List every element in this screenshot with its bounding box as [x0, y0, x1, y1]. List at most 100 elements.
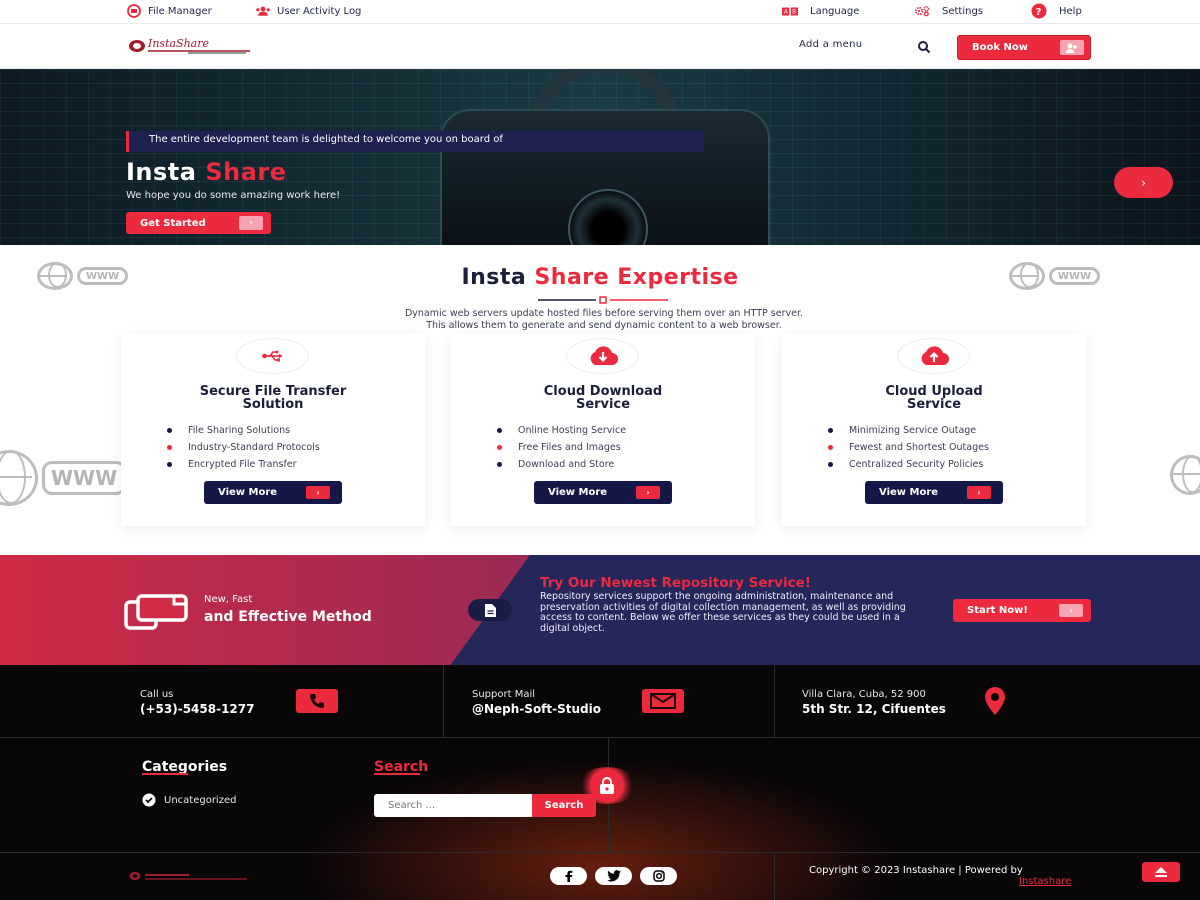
- card-feature-list: File Sharing Solutions Industry-Standard…: [167, 422, 320, 473]
- mail-value[interactable]: @Neph-Soft-Studio: [472, 702, 601, 716]
- user-activity-label: User Activity Log: [277, 5, 362, 17]
- card-feature-list: Online Hosting Service Free Files and Im…: [497, 422, 626, 473]
- site-header: InstaShare Add a menu Book Now: [0, 24, 1200, 69]
- powered-by-link[interactable]: Instashare: [1019, 876, 1071, 887]
- promo-big-text: and Effective Method: [204, 609, 372, 625]
- bullet-dot: [497, 428, 502, 433]
- list-item-label: Minimizing Service Outage: [849, 425, 977, 436]
- view-more-button[interactable]: View More ›: [534, 481, 672, 504]
- category-link[interactable]: Uncategorized: [142, 793, 236, 807]
- hero-title-b: Share: [205, 158, 287, 186]
- promo-title: Try Our Newest Repository Service!: [540, 575, 811, 591]
- bullet-dot: [828, 428, 833, 433]
- service-card-secure-transfer: Secure File Transfer Solution File Shari…: [121, 333, 425, 526]
- book-user-icon: [1060, 40, 1084, 55]
- settings-link[interactable]: Settings: [914, 4, 983, 18]
- top-bar: File Manager User Activity Log AB Langua…: [0, 0, 1200, 24]
- www-badge: WWW: [42, 461, 127, 495]
- list-item: Fewest and Shortest Outages: [828, 439, 989, 456]
- footer-logo[interactable]: [129, 869, 249, 883]
- user-activity-link[interactable]: User Activity Log: [255, 4, 361, 18]
- card-title: Cloud Download Service: [451, 385, 755, 411]
- copyright-text: Copyright © 2023 Instashare | Powered by: [809, 865, 1023, 876]
- view-more-label: View More: [879, 487, 939, 498]
- view-more-button[interactable]: View More ›: [204, 481, 342, 504]
- scroll-to-top-button[interactable]: [1142, 862, 1180, 882]
- expertise-title-b: Share Expertise: [534, 265, 739, 290]
- bullet-dot: [828, 445, 833, 450]
- hero-subtitle: We hope you do some amazing work here!: [126, 190, 341, 201]
- language-link[interactable]: AB Language: [782, 4, 859, 18]
- list-item-label: Encrypted File Transfer: [188, 459, 297, 470]
- list-item: Minimizing Service Outage: [828, 422, 989, 439]
- usb-icon: [236, 338, 309, 374]
- card-title-line-2: Solution: [242, 397, 304, 412]
- instagram-icon[interactable]: [640, 867, 677, 885]
- copy-icon: [124, 594, 188, 630]
- footer-search-form: Search: [374, 794, 596, 817]
- bullet-dot: [497, 445, 502, 450]
- contact-mail: Support Mail @Neph-Soft-Studio: [444, 665, 775, 738]
- call-value[interactable]: (+53)-5458-1277: [140, 702, 254, 716]
- help-icon: ?: [1031, 3, 1047, 19]
- start-now-label: Start Now!: [967, 605, 1028, 616]
- heading-underline: [374, 773, 420, 775]
- footer-bottom-bar: Copyright © 2023 Instashare | Powered by…: [0, 852, 1200, 900]
- call-label: Call us: [140, 689, 174, 700]
- mail-icon: [642, 689, 684, 713]
- bullet-dot: [828, 462, 833, 467]
- slider-next-button[interactable]: ›: [1114, 167, 1173, 198]
- list-item: Free Files and Images: [497, 439, 626, 456]
- twitter-icon[interactable]: [595, 867, 632, 885]
- view-more-button[interactable]: View More ›: [865, 481, 1003, 504]
- list-item: Online Hosting Service: [497, 422, 626, 439]
- list-item-label: Centralized Security Policies: [849, 459, 984, 470]
- get-started-button[interactable]: Get Started ›: [126, 212, 271, 234]
- globe-icon: [1170, 455, 1200, 495]
- svg-text:?: ?: [1036, 7, 1042, 18]
- promo-small-text: New, Fast: [204, 594, 253, 605]
- hero-banner: The entire development team is delighted…: [126, 131, 704, 152]
- footer-search-input[interactable]: [374, 794, 532, 817]
- gears-icon: [914, 4, 930, 18]
- cloud-download-icon: [566, 338, 639, 374]
- svg-text:A: A: [784, 9, 788, 15]
- language-icon: AB: [782, 4, 798, 18]
- list-item: Centralized Security Policies: [828, 456, 989, 473]
- site-logo[interactable]: InstaShare: [128, 37, 250, 57]
- card-title-line-2: Service: [906, 397, 962, 412]
- list-item: Download and Store: [497, 456, 626, 473]
- address-value: 5th Str. 12, Cifuentes: [802, 702, 946, 716]
- logo-text: InstaShare: [148, 37, 209, 50]
- chevron-right-icon: ›: [1059, 604, 1083, 617]
- add-menu-link[interactable]: Add a menu: [799, 39, 862, 50]
- card-feature-list: Minimizing Service Outage Fewest and Sho…: [828, 422, 989, 473]
- cloud-upload-icon: [897, 338, 970, 374]
- view-more-label: View More: [548, 487, 608, 498]
- list-item-label: Fewest and Shortest Outages: [849, 442, 989, 453]
- chevron-right-icon: ›: [1141, 175, 1146, 190]
- start-now-button[interactable]: Start Now! ›: [953, 599, 1091, 622]
- footer-divider: [774, 853, 775, 900]
- bullet-dot: [167, 445, 172, 450]
- list-item: File Sharing Solutions: [167, 422, 320, 439]
- chevron-right-icon: ›: [967, 486, 991, 499]
- book-now-button[interactable]: Book Now: [957, 35, 1091, 60]
- mail-label: Support Mail: [472, 689, 536, 700]
- help-link[interactable]: ? Help: [1031, 3, 1082, 19]
- promo-band: New, Fast and Effective Method Try Our N…: [0, 555, 1200, 665]
- svg-text:B: B: [792, 9, 796, 15]
- list-item-label: Industry-Standard Protocols: [188, 442, 320, 453]
- hero-title-a: Insta: [126, 158, 197, 186]
- expertise-description: Dynamic web servers update hosted files …: [300, 308, 908, 332]
- file-manager-link[interactable]: File Manager: [126, 4, 212, 18]
- document-icon: [468, 599, 512, 621]
- www-decoration-large-right: [1170, 455, 1200, 495]
- search-icon[interactable]: [917, 39, 931, 54]
- card-title-line-2: Service: [575, 397, 631, 412]
- expertise-title: Insta Share Expertise: [0, 265, 1200, 290]
- settings-label: Settings: [942, 5, 984, 17]
- facebook-icon[interactable]: [550, 867, 587, 885]
- bullet-dot: [167, 428, 172, 433]
- list-item-label: File Sharing Solutions: [188, 425, 291, 436]
